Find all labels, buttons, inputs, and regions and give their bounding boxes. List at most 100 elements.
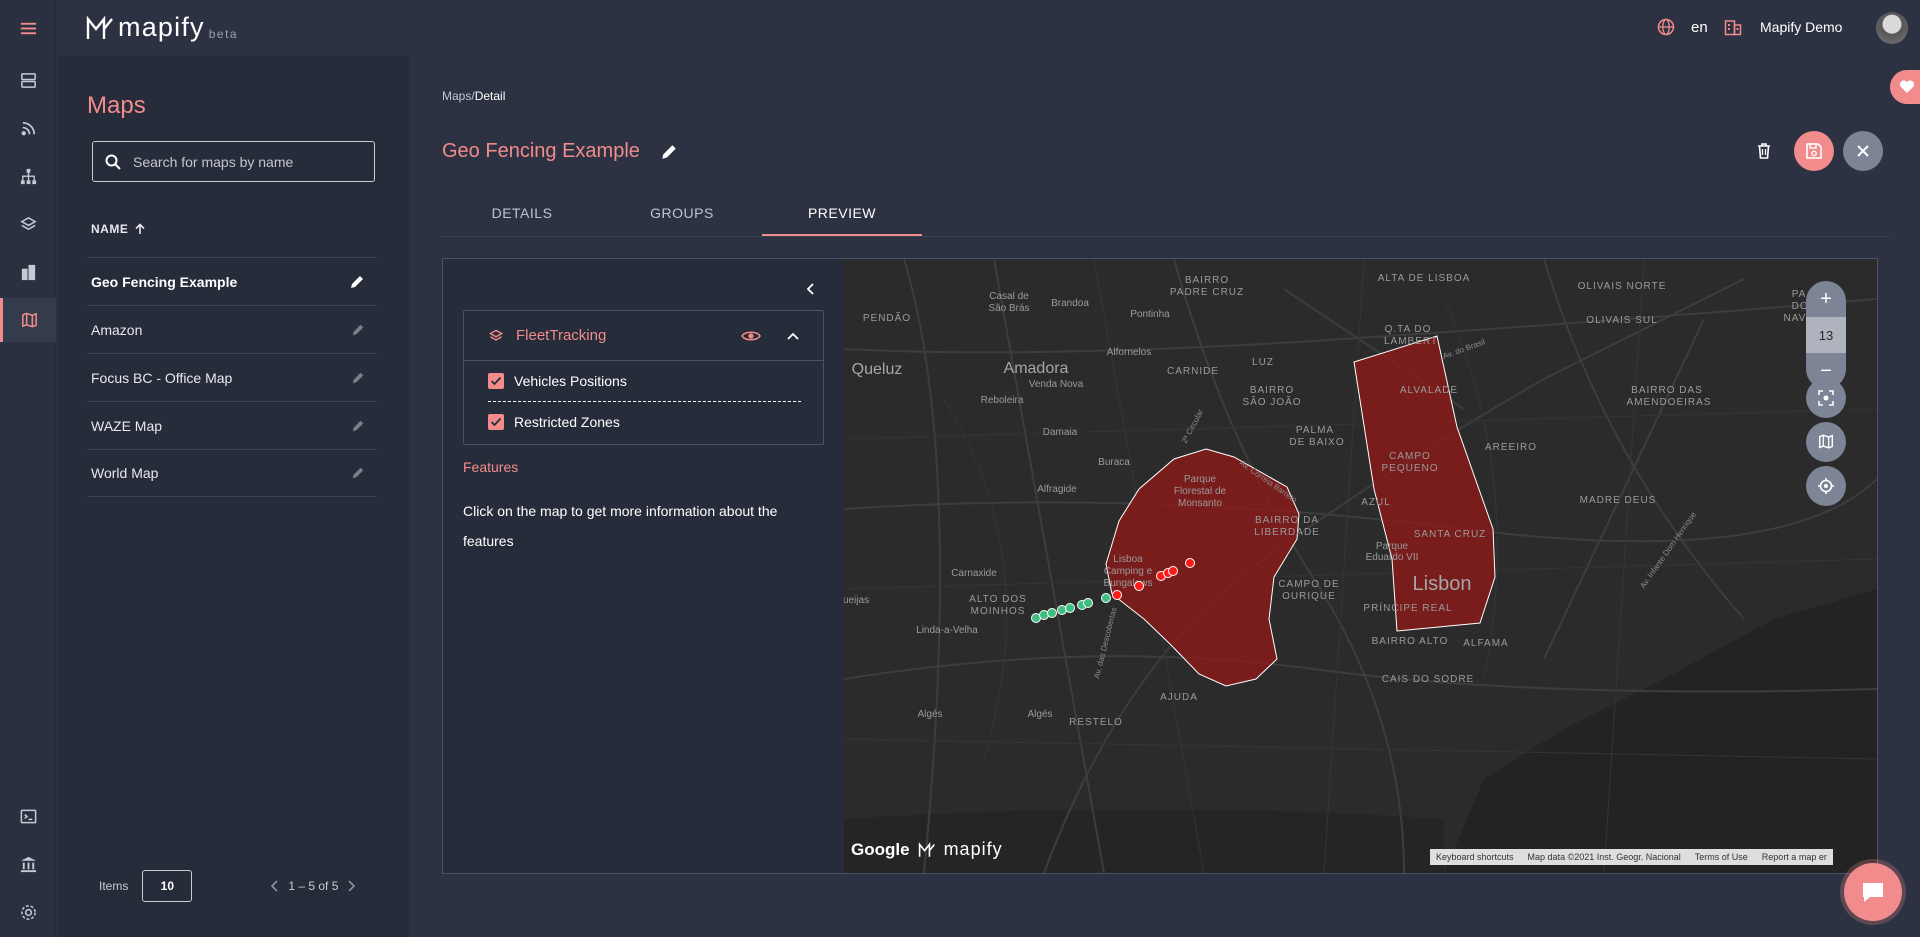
- fit-bounds-button[interactable]: [1806, 378, 1846, 418]
- place-label: BAIRRO: [1185, 275, 1229, 286]
- locate-button[interactable]: [1806, 466, 1846, 506]
- chevron-up-icon[interactable]: [786, 331, 800, 341]
- map-layers-icon: [1818, 434, 1834, 449]
- edit-pencil-icon[interactable]: [349, 274, 365, 290]
- maps-icon[interactable]: [0, 298, 56, 342]
- detail-tabs: DETAILS GROUPS PREVIEW: [442, 196, 1890, 237]
- checkbox-checked-icon[interactable]: [488, 373, 504, 389]
- zoom-control: + 13 −: [1806, 281, 1846, 389]
- chevron-right-icon[interactable]: [346, 879, 356, 893]
- layer-toggle-zones[interactable]: Restricted Zones: [464, 402, 823, 442]
- delete-button[interactable]: [1744, 131, 1784, 171]
- fit-bounds-icon: [1818, 390, 1834, 406]
- place-label: PA: [1792, 289, 1807, 300]
- place-label: Algés: [917, 709, 942, 720]
- mapify-logo-icon: [918, 841, 935, 857]
- layer-group-header[interactable]: FleetTracking: [464, 311, 823, 361]
- place-label: PRÍNCIPE REAL: [1363, 601, 1452, 614]
- map-canvas[interactable]: 2ª Circular Av. Correia Barreto Av. das …: [844, 259, 1877, 873]
- map-name: Focus BC - Office Map: [91, 369, 233, 386]
- breadcrumb-maps-link[interactable]: Maps: [442, 89, 471, 103]
- hierarchy-icon[interactable]: [0, 154, 56, 198]
- map-list-item[interactable]: WAZE Map: [87, 401, 377, 449]
- place-label: AREEIRO: [1485, 442, 1537, 453]
- user-avatar[interactable]: [1876, 12, 1908, 44]
- edit-pencil-icon[interactable]: [351, 323, 365, 337]
- rss-icon[interactable]: [0, 106, 56, 150]
- place-label: ALFAMA: [1463, 638, 1508, 649]
- map-name: WAZE Map: [91, 417, 163, 434]
- settings-icon[interactable]: [0, 890, 56, 934]
- vehicle-marker[interactable]: [1134, 581, 1144, 591]
- place-labels: BAIRROPADRE CRUZALTA DE LISBOAOLIVAIS NO…: [844, 273, 1826, 728]
- building-icon: [1724, 20, 1742, 36]
- buildings-icon[interactable]: [0, 250, 56, 294]
- report-error-link[interactable]: Report a map er: [1762, 852, 1827, 862]
- chat-button[interactable]: [1844, 863, 1902, 921]
- place-label: Lisbon: [1413, 573, 1472, 595]
- basemap-button[interactable]: [1806, 422, 1846, 462]
- servers-icon[interactable]: [0, 58, 56, 102]
- menu-icon[interactable]: [0, 6, 56, 50]
- page-range: 1 – 5 of 5: [288, 879, 339, 893]
- vehicle-marker[interactable]: [1185, 558, 1195, 568]
- layer-group-name: FleetTracking: [516, 327, 607, 344]
- svg-text:Av. das Descobertas: Av. das Descobertas: [1092, 606, 1118, 679]
- place-label: CAIS DO SODRE: [1382, 674, 1474, 685]
- map-search[interactable]: [92, 141, 375, 182]
- tab-details[interactable]: DETAILS: [442, 196, 602, 236]
- search-input[interactable]: [133, 153, 353, 170]
- edit-pencil-icon[interactable]: [351, 419, 365, 433]
- place-label: RESTELO: [1069, 717, 1123, 728]
- vehicle-marker[interactable]: [1047, 608, 1057, 618]
- map-list-item[interactable]: Focus BC - Office Map: [87, 353, 377, 401]
- tab-preview[interactable]: PREVIEW: [762, 196, 922, 236]
- map-list: Geo Fencing Example Amazon Focus BC - Of…: [87, 257, 377, 497]
- bank-icon[interactable]: [0, 842, 56, 886]
- language-selector[interactable]: en: [1657, 18, 1708, 36]
- app-logo[interactable]: mapify beta: [86, 14, 238, 41]
- vehicle-marker[interactable]: [1065, 603, 1075, 613]
- edit-pencil-icon[interactable]: [351, 371, 365, 385]
- edit-title-pencil-icon[interactable]: [660, 143, 678, 161]
- globe-icon: [1657, 18, 1675, 36]
- map-name: World Map: [91, 465, 159, 481]
- vehicle-marker[interactable]: [1083, 598, 1093, 608]
- layers-icon[interactable]: [0, 202, 56, 246]
- close-button[interactable]: [1843, 131, 1883, 171]
- vehicle-marker[interactable]: [1112, 590, 1122, 600]
- items-per-page-select[interactable]: 10: [142, 870, 193, 902]
- place-label: Linda-a-Velha: [916, 625, 978, 636]
- place-label: CARNIDE: [1167, 366, 1219, 377]
- favorite-heart-icon[interactable]: [1890, 70, 1920, 104]
- vehicle-marker[interactable]: [1168, 566, 1178, 576]
- tab-groups[interactable]: GROUPS: [602, 196, 762, 236]
- org-selector[interactable]: Mapify Demo: [1724, 18, 1842, 36]
- edit-pencil-icon[interactable]: [351, 466, 365, 480]
- map-list-item[interactable]: Amazon: [87, 305, 377, 353]
- place-label: Pontinha: [1130, 309, 1170, 320]
- terminal-icon[interactable]: [0, 794, 56, 838]
- vehicle-marker[interactable]: [1101, 593, 1111, 603]
- map-list-item[interactable]: World Map: [87, 449, 377, 497]
- place-label: Lisboa: [1113, 554, 1143, 565]
- page-title-row: Geo Fencing Example: [442, 140, 678, 163]
- checkbox-checked-icon[interactable]: [488, 414, 504, 430]
- collapse-panel-chevron-icon[interactable]: [805, 282, 817, 296]
- place-label: Casal de: [989, 291, 1029, 302]
- visibility-eye-icon[interactable]: [741, 329, 761, 343]
- brand-name: mapify: [118, 12, 205, 42]
- save-button[interactable]: [1794, 131, 1834, 171]
- zoom-in-button[interactable]: +: [1806, 281, 1846, 317]
- name-column-sort[interactable]: NAME: [91, 222, 146, 236]
- map-list-item[interactable]: Geo Fencing Example: [87, 257, 377, 305]
- map-provider-logos: Google mapify: [851, 839, 1003, 860]
- layer-toggle-vehicles[interactable]: Vehicles Positions: [464, 361, 823, 401]
- place-label: PEQUENO: [1381, 463, 1438, 474]
- terms-link[interactable]: Terms of Use: [1695, 852, 1748, 862]
- place-label: MADRE DEUS: [1580, 495, 1657, 506]
- place-label: Buraca: [1098, 457, 1130, 468]
- chevron-left-icon[interactable]: [270, 879, 280, 893]
- zoom-level: 13: [1806, 317, 1846, 353]
- keyboard-shortcuts-link[interactable]: Keyboard shortcuts: [1436, 852, 1514, 862]
